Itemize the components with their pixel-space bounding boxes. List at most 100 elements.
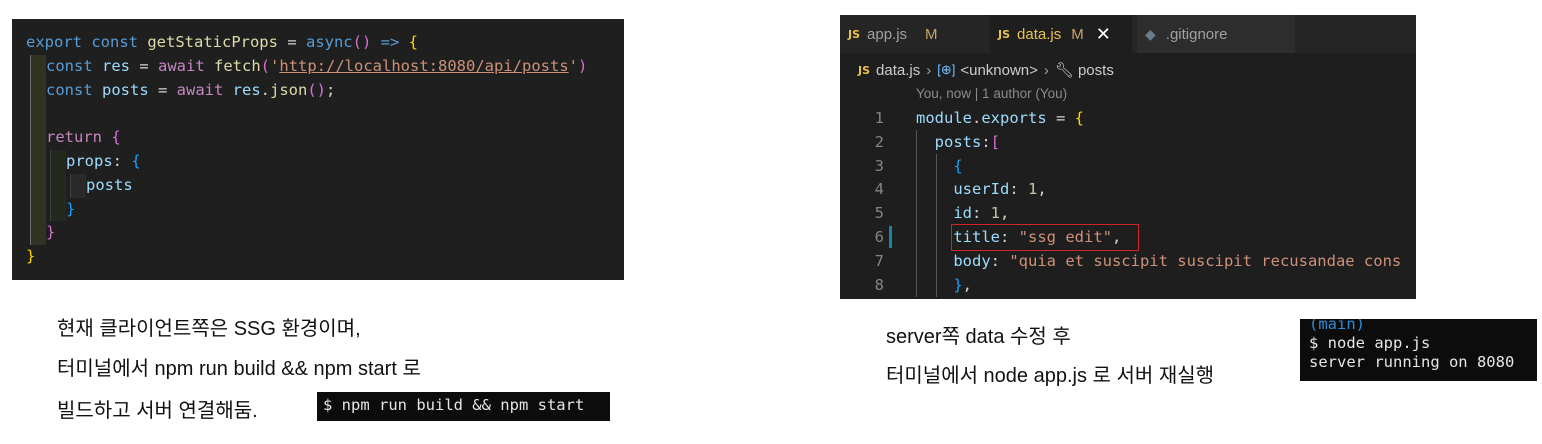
code-text: export const getStaticProps = async() =>… [26,33,418,51]
code-token: . [972,109,982,127]
indent-shade [30,126,46,150]
line-number: 7 [874,251,884,270]
code-text: const res = await fetch('http://localhos… [46,57,587,75]
code-token: ; [326,80,336,99]
indent-guide [30,54,31,79]
code-token: } [916,275,963,294]
code-line: } [12,221,624,246]
terminal-snippet-server: (main) $ node app.js server running on 8… [1300,319,1537,381]
modified-badge: M [925,25,938,43]
tab-data-js[interactable]: JS data.js M ✕ [990,15,1132,53]
code-text[interactable]: body: "quia et suscipit suscipit recusan… [916,249,1401,273]
code-token: = [277,33,306,51]
indent-shade [70,173,86,198]
indent-shade [30,197,46,222]
code-token: { [408,33,418,51]
line-number: 1 [874,109,884,127]
code-token: 1 [1028,180,1038,199]
code-line: const posts = await res.json(); [12,78,624,103]
editor-line: 5 id: 1, [840,201,1416,226]
editor-line: 3 { [840,153,1416,178]
code-lines: export const getStaticProps = async() =>… [12,31,624,269]
editor-line: 1 module.exports = { [840,106,1416,130]
tab-gitignore[interactable]: ◆ .gitignore [1137,15,1295,53]
code-token: posts [916,132,982,151]
code-text[interactable]: }, [916,273,972,297]
code-token: { [111,128,121,147]
code-token: => [371,33,409,51]
indent-guide [30,102,31,127]
indent-guide [30,126,31,150]
code-text: props: { [66,152,141,170]
code-editor: JS app.js M JS data.js M ✕ ◆ .gitignore … [840,15,1416,299]
code-text[interactable]: userId: 1, [916,177,1046,201]
code-text[interactable]: module.exports = { [916,106,1084,130]
editor-line: 4 userId: 1, [840,177,1416,202]
code-token: ) [578,56,588,75]
code-text[interactable]: id: 1, [916,201,1009,225]
close-tab-icon[interactable]: ✕ [1096,24,1111,45]
code-token: [ [990,132,1001,151]
code-text[interactable]: posts:[ [916,130,1000,154]
caption-left-line-2: 터미널에서 npm run build && npm start 로 [57,358,421,380]
indent-guide [50,173,51,198]
code-token: { [131,151,141,170]
code-token: ' [568,56,578,75]
breadcrumb-symbol[interactable]: <unknown> [960,62,1038,79]
code-token: fetch [214,56,261,75]
code-line: return { [12,126,624,150]
code-token: { [1074,109,1085,127]
code-token: exports [981,109,1047,127]
tab-label: .gitignore [1165,25,1228,43]
code-text: } [66,200,75,218]
tab-app-js[interactable]: JS app.js M [840,15,982,53]
code-token: : [981,132,991,151]
code-token: } [46,223,56,242]
git-blame-annotation[interactable]: You, now | 1 author (You) [916,86,1067,101]
modified-badge: M [1071,25,1084,43]
indent-guide [30,197,31,222]
chevron-right-icon: › [1043,61,1049,79]
breadcrumb-symbol[interactable]: posts [1078,62,1114,79]
code-token: json [270,80,308,99]
breadcrumb-file[interactable]: data.js [876,62,920,79]
breadcrumb: JS data.js › [⊕] <unknown> › 🔧︎ posts [858,59,1114,81]
code-text[interactable]: { [916,154,962,178]
code-token: : [1009,180,1028,199]
code-token: : [972,204,991,223]
code-token: , [1000,204,1010,223]
indent-guide [30,149,31,174]
indent-shade [30,173,46,198]
javascript-file-icon: JS [858,63,871,77]
javascript-file-icon: JS [848,27,861,41]
code-token: export [26,33,92,51]
indent-guide [50,149,51,174]
caption-left-line-1: 현재 클라이언트쪽은 SSG 환경이며, [57,318,361,340]
variable-icon: [⊕] [937,62,956,77]
code-token: = [1046,109,1075,127]
code-line: } [12,245,624,269]
code-line: const res = await fetch('http://localhos… [12,54,624,79]
indent-guide [30,221,31,246]
code-token: = [130,56,158,75]
git-branch-label: (main) [1309,319,1365,333]
chevron-right-icon: › [926,61,932,79]
code-token: } [26,247,36,266]
indent-shade [50,173,66,198]
terminal-snippet-build: $ npm run build && npm start [317,392,610,421]
line-number: 8 [874,275,884,294]
code-token: = [148,80,177,99]
indent-shade [30,54,46,79]
code-token: module [916,109,972,127]
code-token: () [307,80,327,99]
editor-line: 2 posts:[ [840,129,1416,154]
line-number: 5 [874,204,884,223]
code-line: export const getStaticProps = async() =>… [12,31,624,55]
code-token: props [66,151,113,170]
code-line: posts [12,173,624,198]
code-text: } [46,223,55,241]
code-text: } [26,247,35,265]
caption-right-line-2: 터미널에서 node app.js 로 서버 재실행 [886,365,1215,387]
caption-right-line-1: server쪽 data 수정 후 [886,326,1071,348]
code-token: 1 [990,204,1001,223]
